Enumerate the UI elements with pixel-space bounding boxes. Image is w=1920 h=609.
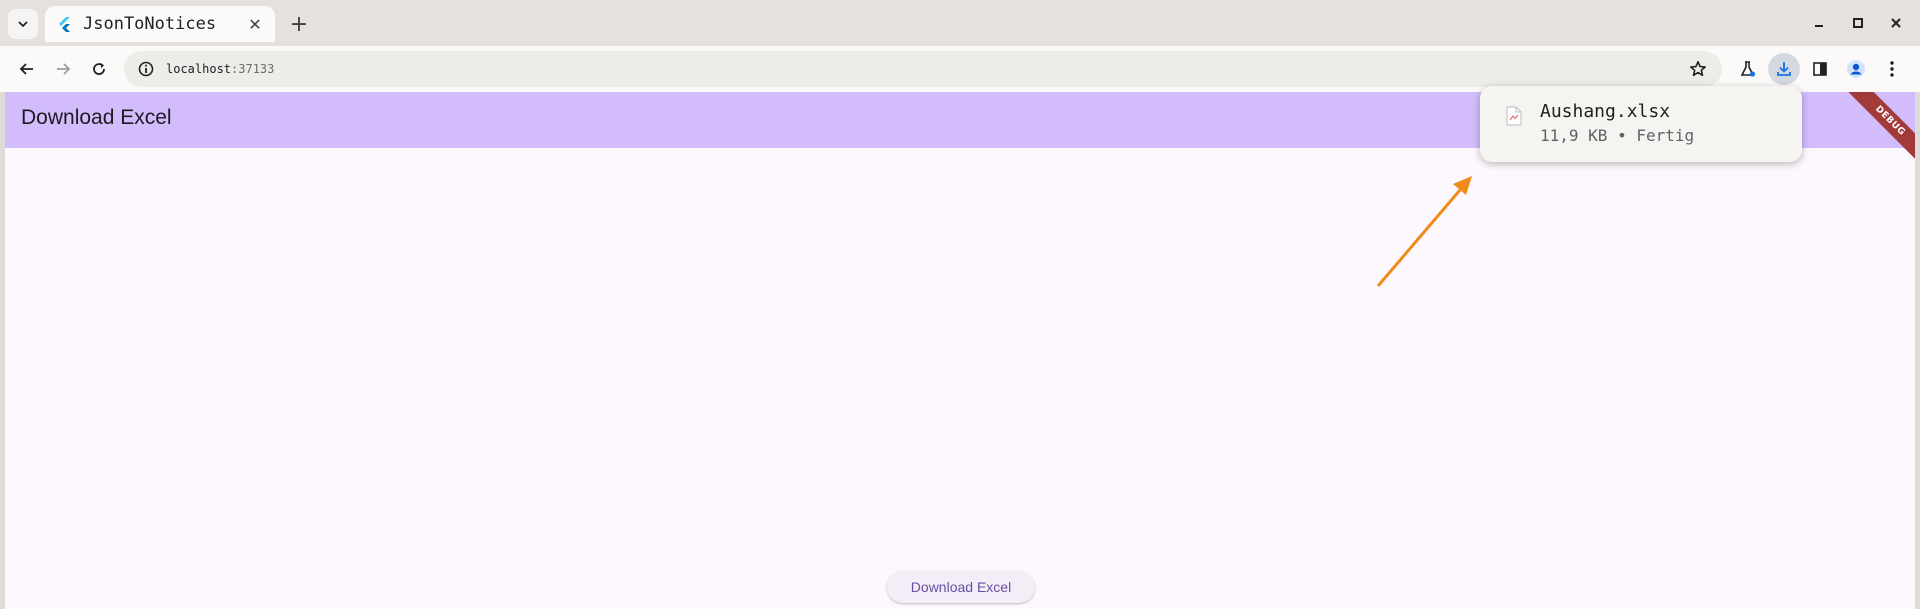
back-arrow-icon[interactable] xyxy=(11,53,43,85)
plus-icon[interactable]: + xyxy=(285,10,313,38)
side-panel-icon[interactable] xyxy=(1804,53,1836,85)
download-bubble[interactable]: Aushang.xlsx 11,9 KB • Fertig xyxy=(1480,86,1802,162)
debug-banner: DEBUG xyxy=(1837,92,1915,174)
tab-jsontonotices[interactable]: JsonToNotices ✕ xyxy=(45,6,275,42)
close-icon[interactable]: ✕ xyxy=(245,14,265,34)
url-text: localhost:37133 xyxy=(166,62,274,76)
maximize-icon[interactable] xyxy=(1838,8,1878,38)
tab-search-icon xyxy=(18,21,28,28)
minimize-icon[interactable] xyxy=(1799,8,1839,38)
flutter-favicon-icon xyxy=(55,15,73,33)
file-icon xyxy=(1506,106,1522,126)
url-port: :37133 xyxy=(231,62,275,76)
reload-icon[interactable] xyxy=(83,53,115,85)
tab-strip: JsonToNotices ✕ + xyxy=(0,0,1920,46)
profile-icon[interactable] xyxy=(1840,53,1872,85)
kebab-menu-icon[interactable] xyxy=(1876,53,1908,85)
window-close-icon[interactable] xyxy=(1876,8,1916,38)
download-excel-button[interactable]: Download Excel xyxy=(887,571,1035,603)
page-title: Download Excel xyxy=(21,106,172,129)
debug-banner-label: DEBUG xyxy=(1873,104,1907,138)
tab-title: JsonToNotices xyxy=(83,14,217,34)
download-filename[interactable]: Aushang.xlsx xyxy=(1540,101,1670,122)
labs-flask-icon[interactable] xyxy=(1732,53,1764,85)
download-icon[interactable] xyxy=(1768,53,1800,85)
download-status: 11,9 KB • Fertig xyxy=(1540,126,1695,145)
page-viewport: Download Excel DEBUG Download Excel xyxy=(5,92,1915,609)
tab-search-button[interactable] xyxy=(8,9,38,39)
forward-arrow-icon[interactable] xyxy=(47,53,79,85)
url-host: localhost xyxy=(166,62,232,76)
site-info-icon[interactable] xyxy=(138,61,154,77)
address-bar[interactable]: localhost:37133 xyxy=(124,51,1722,87)
star-icon[interactable] xyxy=(1682,53,1714,85)
